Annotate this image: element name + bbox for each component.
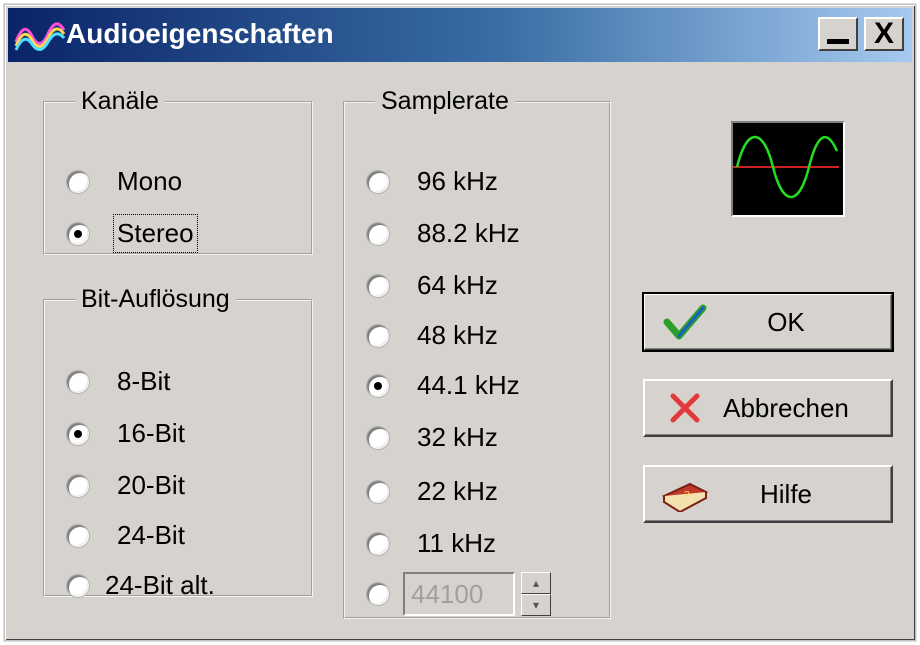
spin-down-icon[interactable]: ▾	[521, 594, 551, 616]
radio-mono-label: Mono	[117, 166, 183, 196]
radio-22khz-label: 22 kHz	[417, 476, 498, 506]
ok-button[interactable]: OK	[642, 292, 894, 352]
help-button-label: Hilfe	[759, 478, 812, 509]
radio-24bit-label: 24-Bit	[117, 520, 185, 550]
channels-legend: Kanäle	[81, 87, 159, 115]
svg-text:?: ?	[684, 490, 690, 501]
radio-24bit-alt[interactable]: 24-Bit alt.	[67, 570, 215, 601]
minimize-icon	[827, 38, 849, 44]
sine-wave-icon	[733, 135, 839, 199]
title-bar[interactable]: Audioeigenschaften X	[8, 8, 912, 62]
radio-20bit-label: 20-Bit	[117, 470, 185, 500]
radio-96khz-label: 96 kHz	[417, 166, 498, 196]
radio-32khz[interactable]: 32 kHz	[367, 422, 498, 453]
sine-wave-preview	[731, 121, 845, 217]
radio-8bit[interactable]: 8-Bit	[67, 366, 170, 397]
radio-20bit-button[interactable]	[67, 474, 89, 497]
radio-11khz[interactable]: 11 kHz	[367, 528, 496, 559]
ok-button-label: OK	[767, 306, 805, 337]
radio-stereo[interactable]: Stereo	[67, 214, 198, 253]
checkmark-icon	[655, 302, 715, 342]
radio-8bit-button[interactable]	[67, 370, 89, 393]
spin-up-icon[interactable]: ▴	[521, 572, 551, 594]
radio-custom-rate[interactable]: ▴ ▾	[367, 572, 551, 616]
radio-96khz[interactable]: 96 kHz	[367, 166, 498, 197]
radio-44khz[interactable]: 44.1 kHz	[367, 370, 520, 401]
radio-custom-rate-button[interactable]	[367, 583, 389, 605]
bit-resolution-group: Bit-Auflösung 8-Bit 16-Bit 20-Bit 24-Bit…	[43, 285, 313, 600]
radio-stereo-label: Stereo	[113, 214, 198, 253]
cancel-button[interactable]: Abbrechen	[643, 379, 893, 437]
close-icon: X	[873, 17, 894, 50]
radio-32khz-button[interactable]	[367, 426, 389, 449]
radio-22khz-button[interactable]	[367, 480, 389, 503]
radio-48khz-button[interactable]	[367, 324, 389, 347]
radio-mono[interactable]: Mono	[67, 166, 182, 197]
radio-20bit[interactable]: 20-Bit	[67, 470, 185, 501]
radio-44khz-label: 44.1 kHz	[417, 370, 520, 400]
radio-24bit-button[interactable]	[67, 524, 89, 547]
x-icon	[655, 388, 715, 428]
minimize-button[interactable]	[818, 17, 858, 51]
radio-8bit-label: 8-Bit	[117, 366, 171, 396]
radio-96khz-button[interactable]	[367, 170, 389, 193]
radio-11khz-button[interactable]	[367, 532, 389, 555]
audio-wave-icon	[14, 22, 66, 51]
radio-16bit[interactable]: 16-Bit	[67, 418, 185, 449]
radio-32khz-label: 32 kHz	[417, 422, 498, 452]
radio-16bit-label: 16-Bit	[117, 418, 185, 448]
radio-11khz-label: 11 kHz	[417, 528, 496, 558]
radio-88khz[interactable]: 88.2 kHz	[367, 218, 520, 249]
radio-16bit-button[interactable]	[67, 422, 89, 445]
bit-resolution-legend: Bit-Auflösung	[81, 285, 230, 313]
radio-22khz[interactable]: 22 kHz	[367, 476, 498, 507]
radio-88khz-button[interactable]	[367, 222, 389, 245]
radio-mono-button[interactable]	[67, 170, 89, 193]
radio-64khz-button[interactable]	[367, 274, 389, 297]
samplerate-group: Samplerate 96 kHz 88.2 kHz 64 kHz 48 kHz…	[343, 87, 611, 619]
audio-properties-dialog: Audioeigenschaften X Kanäle Mono Stereo …	[4, 4, 916, 641]
window-title: Audioeigenschaften	[66, 18, 334, 49]
radio-64khz-label: 64 kHz	[417, 270, 498, 300]
radio-24bit[interactable]: 24-Bit	[67, 520, 185, 551]
close-button[interactable]: X	[864, 17, 904, 51]
radio-48khz-label: 48 kHz	[417, 320, 498, 350]
samplerate-legend: Samplerate	[381, 87, 509, 115]
radio-44khz-button[interactable]	[367, 374, 389, 397]
radio-24bit-alt-button[interactable]	[67, 574, 89, 597]
book-icon: ?	[655, 474, 715, 514]
help-button[interactable]: ? Hilfe	[643, 465, 893, 523]
radio-24bit-alt-label: 24-Bit alt.	[105, 570, 215, 600]
custom-samplerate-spinner[interactable]: ▴ ▾	[521, 572, 551, 616]
radio-48khz[interactable]: 48 kHz	[367, 320, 498, 351]
radio-88khz-label: 88.2 kHz	[417, 218, 520, 248]
channels-group: Kanäle Mono Stereo	[43, 87, 313, 255]
custom-samplerate-input[interactable]	[403, 572, 515, 616]
cancel-button-label: Abbrechen	[723, 392, 849, 423]
radio-64khz[interactable]: 64 kHz	[367, 270, 498, 301]
radio-stereo-button[interactable]	[67, 222, 89, 245]
